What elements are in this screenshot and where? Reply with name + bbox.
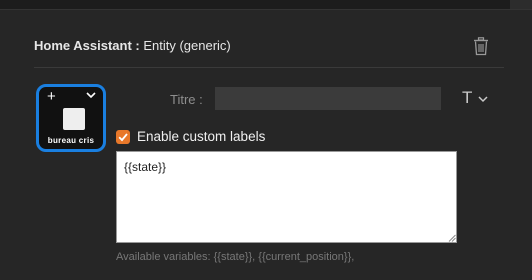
enable-custom-labels-label[interactable]: Enable custom labels bbox=[137, 129, 265, 144]
checkmark-icon bbox=[118, 133, 128, 142]
plus-icon[interactable]: + bbox=[47, 89, 56, 105]
resize-handle-icon[interactable] bbox=[448, 234, 456, 242]
custom-labels-textarea[interactable]: {{state}} bbox=[116, 151, 457, 243]
title-input[interactable] bbox=[215, 87, 441, 110]
top-bar bbox=[0, 0, 532, 10]
font-icon: T bbox=[462, 88, 473, 107]
chevron-down-icon[interactable] bbox=[85, 90, 97, 100]
trash-icon[interactable] bbox=[472, 37, 490, 56]
integration-name: Home Assistant bbox=[34, 38, 132, 53]
action-name: Entity (generic) bbox=[143, 38, 231, 53]
key-image bbox=[63, 108, 85, 130]
title-label: Titre : bbox=[170, 92, 203, 107]
enable-custom-labels-checkbox[interactable] bbox=[116, 130, 130, 144]
available-variables-help: Available variables: {{state}}, {{curren… bbox=[116, 251, 355, 263]
key-label: bureau cris bbox=[47, 136, 95, 145]
header-divider bbox=[34, 67, 504, 68]
chevron-down-icon bbox=[478, 96, 488, 103]
action-header: Home Assistant : Entity (generic) bbox=[34, 38, 231, 53]
font-settings-button[interactable]: T bbox=[461, 88, 491, 110]
header-separator: : bbox=[131, 38, 144, 53]
key-preview-button[interactable]: + bureau cris bbox=[36, 84, 106, 152]
